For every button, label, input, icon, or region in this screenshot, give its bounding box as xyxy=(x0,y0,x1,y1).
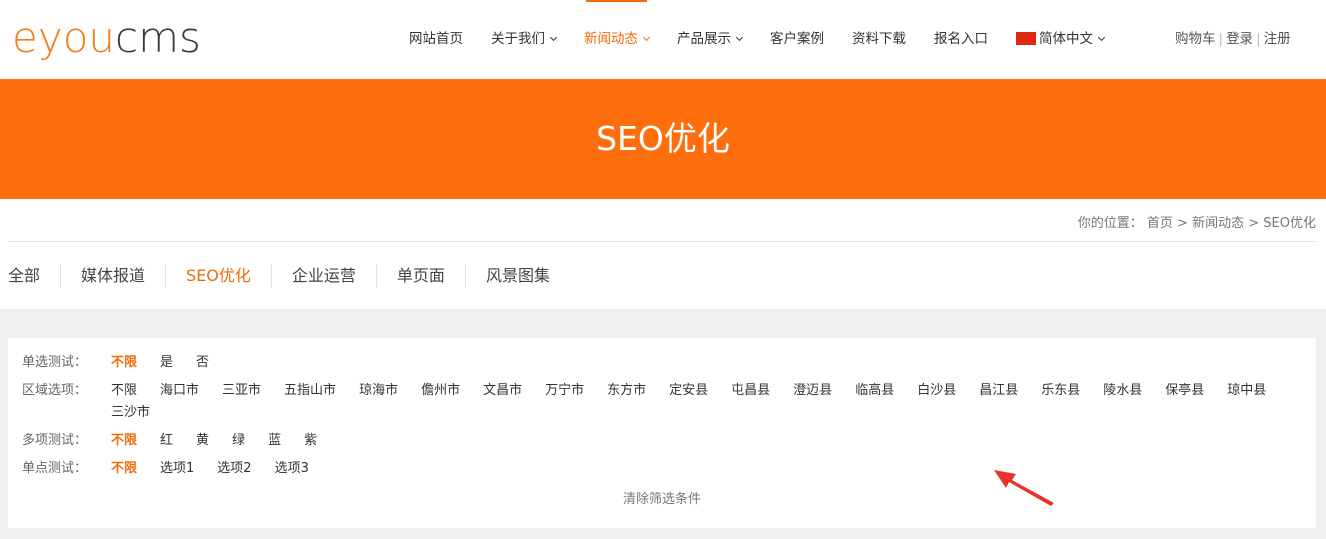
filter-option[interactable]: 选项2 xyxy=(217,458,251,480)
register-link[interactable]: 注册 xyxy=(1264,31,1291,47)
nav-item-cases[interactable]: 客户案例 xyxy=(756,0,838,79)
filter-option[interactable]: 万宁市 xyxy=(545,380,584,402)
category-tab-all[interactable]: 全部 xyxy=(8,264,60,288)
clear-filters-link[interactable]: 清除筛选条件 xyxy=(8,488,1316,507)
chevron-down-icon xyxy=(1097,33,1106,42)
filter-option[interactable]: 昌江县 xyxy=(979,380,1018,402)
filter-row-region: 区域选项： 不限 海口市 三亚市 五指山市 琼海市 儋州市 文昌市 万宁市 东方… xyxy=(22,380,1301,424)
filter-label: 区域选项： xyxy=(22,383,88,398)
site-logo[interactable]: eyoucms xyxy=(12,14,201,62)
filter-option[interactable]: 三沙市 xyxy=(111,402,150,424)
chevron-down-icon xyxy=(642,33,651,42)
language-selector[interactable]: 简体中文 xyxy=(1002,0,1118,79)
filter-option[interactable]: 三亚市 xyxy=(222,380,261,402)
category-tab-media[interactable]: 媒体报道 xyxy=(60,264,165,288)
nav-item-about[interactable]: 关于我们 xyxy=(477,0,570,79)
divider xyxy=(8,241,1316,242)
nav-item-news[interactable]: 新闻动态 xyxy=(570,0,663,79)
category-tabs: 全部 媒体报道 SEO优化 企业运营 单页面 风景图集 xyxy=(8,262,570,290)
site-header: eyoucms 网站首页 关于我们 新闻动态 产品展示 客户案例 资料下载 报名… xyxy=(0,0,1326,79)
filter-panel: 单选测试： 不限 是 否 区域选项： 不限 海口市 三亚市 五指山市 琼海市 儋… xyxy=(8,338,1316,528)
filter-option[interactable]: 不限 xyxy=(111,430,137,452)
breadcrumb-current[interactable]: SEO优化 xyxy=(1263,216,1316,231)
breadcrumb-section[interactable]: 新闻动态 xyxy=(1192,216,1244,231)
filter-option[interactable]: 选项1 xyxy=(160,458,194,480)
filter-label: 多项测试： xyxy=(22,433,88,448)
filter-option[interactable]: 儋州市 xyxy=(421,380,460,402)
filter-option[interactable]: 绿 xyxy=(232,430,245,452)
breadcrumb-prefix: 你的位置： xyxy=(1077,216,1143,231)
nav-item-label: 客户案例 xyxy=(770,31,824,47)
filter-label: 单点测试： xyxy=(22,461,88,476)
breadcrumb: 你的位置： 首页 > 新闻动态 > SEO优化 xyxy=(1078,212,1316,231)
user-links: 购物车 | 登录 | 注册 xyxy=(1175,0,1291,79)
filter-option[interactable]: 东方市 xyxy=(607,380,646,402)
nav-item-downloads[interactable]: 资料下载 xyxy=(838,0,920,79)
filter-option[interactable]: 陵水县 xyxy=(1103,380,1142,402)
filter-options: 不限 选项1 选项2 选项3 xyxy=(111,458,1301,480)
nav-item-home[interactable]: 网站首页 xyxy=(395,0,477,79)
filter-option[interactable]: 白沙县 xyxy=(917,380,956,402)
nav-item-label: 网站首页 xyxy=(409,31,463,47)
filter-option[interactable]: 不限 xyxy=(111,458,137,480)
filter-option[interactable]: 是 xyxy=(160,352,173,374)
filter-option[interactable]: 澄迈县 xyxy=(793,380,832,402)
filter-row-multi-choice: 多项测试： 不限 红 黄 绿 蓝 紫 xyxy=(22,430,1301,452)
filter-option[interactable]: 选项3 xyxy=(275,458,309,480)
main-nav: 网站首页 关于我们 新闻动态 产品展示 客户案例 资料下载 报名入口 简体中文 xyxy=(395,0,1118,79)
filter-label: 单选测试： xyxy=(22,355,88,370)
separator: | xyxy=(1256,31,1261,47)
page-title: SEO优化 xyxy=(596,119,730,158)
nav-item-signup[interactable]: 报名入口 xyxy=(920,0,1002,79)
separator: | xyxy=(1218,31,1224,47)
china-flag-icon xyxy=(1016,32,1036,45)
filter-option[interactable]: 屯昌县 xyxy=(731,380,770,402)
nav-item-label: 报名入口 xyxy=(934,31,988,47)
filter-options: 不限 海口市 三亚市 五指山市 琼海市 儋州市 文昌市 万宁市 东方市 定安县 … xyxy=(111,380,1301,424)
nav-item-label: 产品展示 xyxy=(677,31,731,47)
filter-row-single-click: 单点测试： 不限 选项1 选项2 选项3 xyxy=(22,458,1301,480)
filter-options: 不限 是 否 xyxy=(111,352,1301,374)
filter-options: 不限 红 黄 绿 蓝 紫 xyxy=(111,430,1301,452)
filter-option[interactable]: 海口市 xyxy=(160,380,199,402)
breadcrumb-separator: > xyxy=(1177,216,1188,231)
category-tab-operations[interactable]: 企业运营 xyxy=(270,264,376,288)
logo-part-eyou: eyou xyxy=(12,13,116,62)
logo-part-cms: cms xyxy=(115,13,201,62)
nav-item-label: 新闻动态 xyxy=(584,31,638,47)
filter-option[interactable]: 五指山市 xyxy=(284,380,336,402)
filter-option[interactable]: 否 xyxy=(196,352,209,374)
login-link[interactable]: 登录 xyxy=(1226,31,1253,47)
page-banner: SEO优化 xyxy=(0,79,1326,199)
breadcrumb-home[interactable]: 首页 xyxy=(1147,216,1173,231)
filter-row-single-choice: 单选测试： 不限 是 否 xyxy=(22,352,1301,374)
category-tab-single-page[interactable]: 单页面 xyxy=(375,264,465,288)
filter-option[interactable]: 不限 xyxy=(111,352,137,374)
filter-option[interactable]: 文昌市 xyxy=(483,380,522,402)
filter-option[interactable]: 蓝 xyxy=(268,430,281,452)
filter-option[interactable]: 紫 xyxy=(304,430,317,452)
chevron-down-icon xyxy=(735,33,744,42)
filter-option[interactable]: 琼海市 xyxy=(359,380,398,402)
category-tab-seo[interactable]: SEO优化 xyxy=(165,264,271,288)
category-tab-gallery[interactable]: 风景图集 xyxy=(464,264,570,288)
filter-option[interactable]: 不限 xyxy=(111,380,137,402)
filter-option[interactable]: 黄 xyxy=(196,430,209,452)
nav-item-products[interactable]: 产品展示 xyxy=(663,0,756,79)
filter-option[interactable]: 琼中县 xyxy=(1227,380,1266,402)
nav-item-label: 资料下载 xyxy=(852,31,906,47)
filter-option[interactable]: 保亭县 xyxy=(1165,380,1204,402)
chevron-down-icon xyxy=(549,33,558,42)
filter-option[interactable]: 定安县 xyxy=(669,380,708,402)
filter-option[interactable]: 乐东县 xyxy=(1041,380,1080,402)
language-label: 简体中文 xyxy=(1039,31,1093,47)
filter-option[interactable]: 临高县 xyxy=(855,380,894,402)
annotation-arrow-icon xyxy=(994,470,1054,506)
filter-option[interactable]: 红 xyxy=(160,430,173,452)
nav-item-label: 关于我们 xyxy=(491,31,545,47)
breadcrumb-separator: > xyxy=(1248,216,1260,231)
cart-link[interactable]: 购物车 xyxy=(1175,31,1216,47)
